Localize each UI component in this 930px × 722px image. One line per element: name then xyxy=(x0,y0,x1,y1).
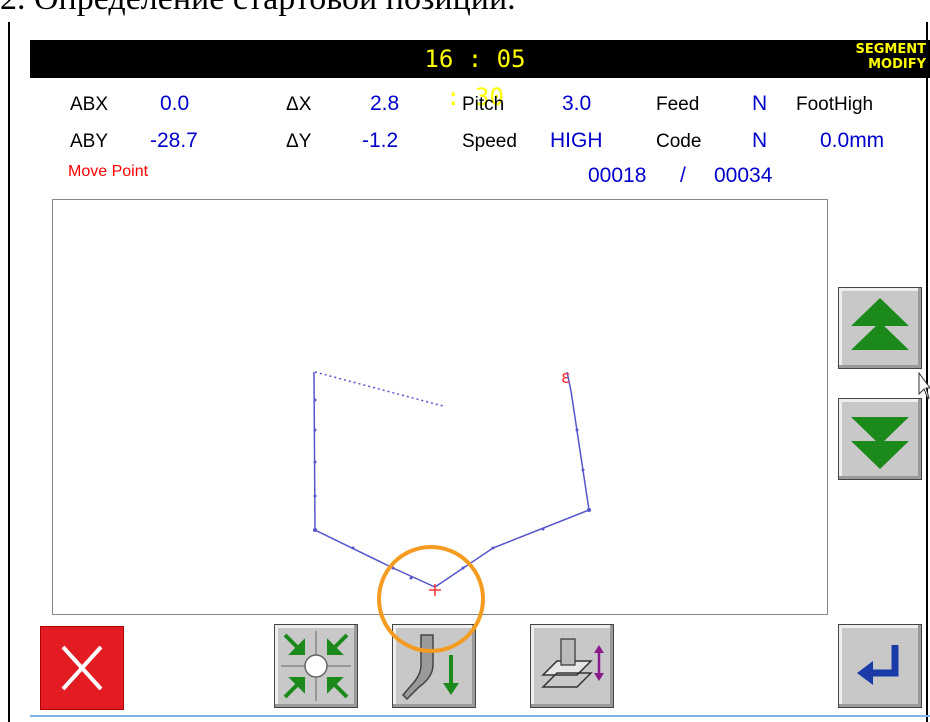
foothigh-label: FootHigh xyxy=(796,94,874,115)
mode-indicator: SEGMENT MODIFY xyxy=(746,42,926,72)
feed-label: Feed xyxy=(656,94,700,115)
clock: 16 : 05 : 30 xyxy=(424,45,526,111)
page-down-button[interactable] xyxy=(838,398,922,480)
page-up-button[interactable] xyxy=(838,287,922,369)
enter-icon xyxy=(857,645,899,685)
speed-label: Speed xyxy=(462,131,517,152)
stitch-separator: / xyxy=(680,164,686,187)
close-icon xyxy=(61,645,103,691)
pitch-label: Pitch xyxy=(462,94,505,115)
page-down-icon xyxy=(851,417,909,469)
frame-height-icon xyxy=(541,638,604,688)
aby-label: ABY xyxy=(70,131,109,152)
document-heading: 2. Определение стартовой позиции. xyxy=(0,0,930,18)
dx-value: 2.8 xyxy=(370,92,400,115)
code-value: N xyxy=(752,129,768,152)
aby-value: -28.7 xyxy=(150,129,198,152)
dy-label: ΔY xyxy=(286,131,312,152)
cancel-button[interactable] xyxy=(40,626,124,710)
end-marker: ε xyxy=(561,367,571,388)
feed-value: N xyxy=(752,92,768,115)
frame-height-button[interactable] xyxy=(530,624,614,708)
move-to-origin-icon xyxy=(281,631,351,701)
title-bar: 16 : 05 : 30 SEGMENT MODIFY xyxy=(30,40,930,111)
enter-button[interactable] xyxy=(838,624,922,708)
mode-line1: SEGMENT xyxy=(855,42,926,57)
dy-value: -1.2 xyxy=(362,129,399,152)
speed-value: HIGH xyxy=(550,129,603,152)
mode-line2: MODIFY xyxy=(868,57,926,72)
bottom-divider xyxy=(30,715,930,717)
page-up-icon xyxy=(851,298,909,350)
abx-value: 0.0 xyxy=(160,92,190,115)
mouse-cursor-icon xyxy=(918,372,930,400)
pitch-value: 3.0 xyxy=(562,92,592,115)
stitch-current: 00018 xyxy=(588,164,647,187)
foothigh-value: 0.0mm xyxy=(820,129,885,152)
code-label: Code xyxy=(656,131,702,152)
abx-label: ABX xyxy=(70,94,109,115)
status-text: Move Point xyxy=(68,163,149,180)
dx-label: ΔX xyxy=(286,94,312,115)
highlight-circle xyxy=(377,545,485,653)
stitch-total: 00034 xyxy=(714,164,773,187)
move-to-origin-button[interactable] xyxy=(274,624,358,708)
